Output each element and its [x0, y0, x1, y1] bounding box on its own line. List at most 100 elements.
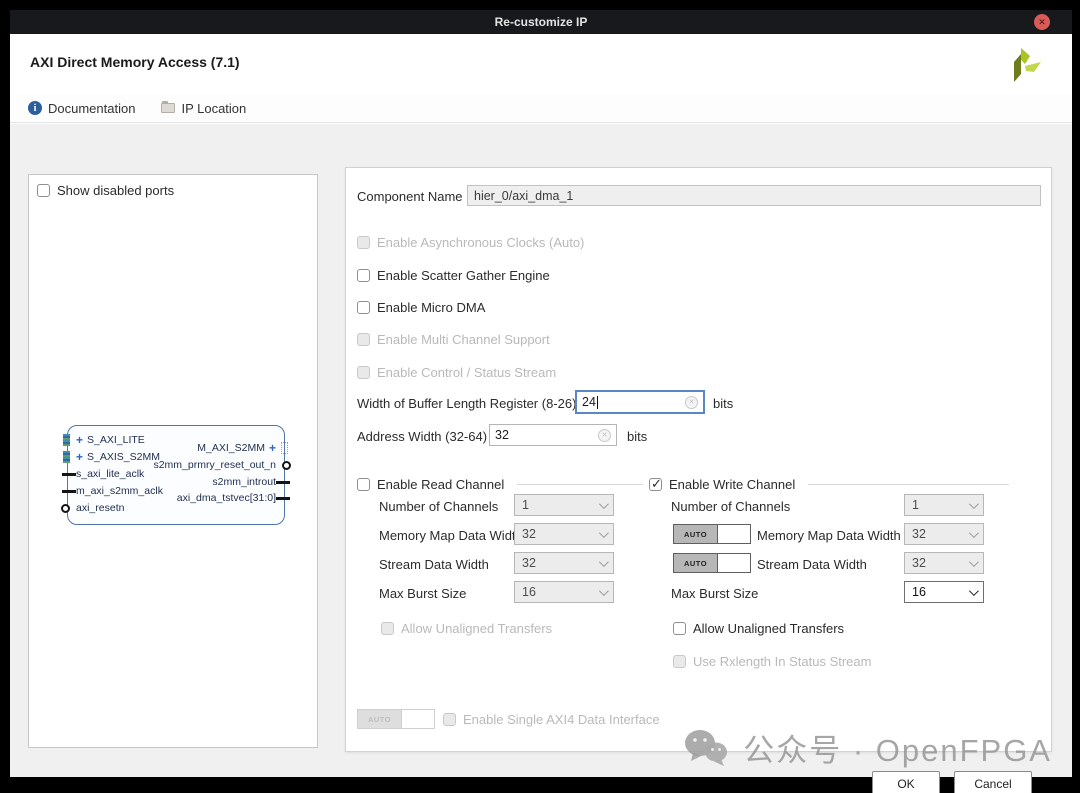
info-icon: i: [28, 101, 42, 115]
interface-s-axi-lite[interactable]: + S_AXI_LITE: [76, 434, 145, 446]
bus-connector-icon: [63, 434, 70, 446]
expand-plus-icon[interactable]: +: [269, 442, 276, 454]
read-num-channels-label: Number of Channels: [379, 499, 498, 514]
chevron-down-icon: [969, 557, 979, 567]
dialog-window: AXI Direct Memory Access (7.1) i Documen…: [10, 34, 1072, 777]
page-title: AXI Direct Memory Access (7.1): [30, 54, 240, 70]
read-mm-width-label: Memory Map Data Width: [379, 528, 523, 543]
auto-toggle-thumb[interactable]: AUTO: [674, 525, 718, 543]
ip-block-diagram[interactable]: + S_AXI_LITE + S_AXIS_S2MM s_axi_lite_ac…: [67, 425, 285, 525]
read-allow-unaligned-checkbox: Allow Unaligned Transfers: [381, 621, 552, 636]
chevron-down-icon: [969, 586, 979, 596]
address-width-value: 32: [495, 428, 509, 442]
read-max-burst-label: Max Burst Size: [379, 586, 466, 601]
ok-button[interactable]: OK: [872, 771, 940, 793]
port-s-axi-lite-aclk: s_axi_lite_aclk: [76, 468, 144, 480]
interface-m-axi-s2mm[interactable]: M_AXI_S2MM +: [197, 442, 276, 454]
documentation-button[interactable]: i Documentation: [28, 101, 135, 116]
clear-icon[interactable]: ✕: [598, 429, 611, 442]
write-stream-width-dropdown: 32: [904, 552, 984, 574]
width-buffer-value: 24: [582, 395, 596, 409]
expand-plus-icon[interactable]: +: [76, 451, 83, 463]
enable-micro-dma-checkbox[interactable]: Enable Micro DMA: [357, 300, 485, 315]
interface-s-axis-s2mm[interactable]: + S_AXIS_S2MM: [76, 451, 160, 463]
component-name-input[interactable]: hier_0/axi_dma_1: [467, 185, 1041, 206]
enable-control-status-checkbox: Enable Control / Status Stream: [357, 365, 556, 380]
port-label: axi_resetn: [76, 502, 124, 514]
write-stream-width-auto-toggle[interactable]: AUTO: [673, 553, 751, 573]
checkbox-icon[interactable]: [357, 478, 370, 491]
expand-plus-icon[interactable]: +: [76, 434, 83, 446]
pin-stub: [62, 473, 76, 476]
enable-write-channel-checkbox[interactable]: Enable Write Channel: [649, 477, 1009, 492]
inverted-pin-icon: [61, 504, 70, 513]
port-label: S_AXIS_S2MM: [87, 451, 160, 463]
port-m-axi-s2mm-aclk: m_axi_s2mm_aclk: [76, 485, 163, 497]
close-icon[interactable]: ✕: [1034, 14, 1050, 30]
address-width-units: bits: [627, 429, 647, 444]
configuration-panel: Component Name hier_0/axi_dma_1 Enable A…: [345, 167, 1052, 752]
show-disabled-ports-checkbox[interactable]: Show disabled ports: [37, 183, 174, 198]
width-buffer-label: Width of Buffer Length Register (8-26): [357, 396, 576, 411]
port-axi-dma-tstvec: axi_dma_tstvec[31:0]: [177, 492, 276, 504]
width-buffer-input[interactable]: 24 ✕: [575, 390, 705, 414]
toolbar: i Documentation IP Location: [10, 94, 1072, 123]
group-divider: [808, 484, 1009, 485]
chevron-down-icon: [599, 499, 609, 509]
show-disabled-ports-label: Show disabled ports: [57, 183, 174, 198]
checkbox-icon[interactable]: [37, 184, 50, 197]
checkbox-icon[interactable]: [357, 301, 370, 314]
address-width-input[interactable]: 32 ✕: [489, 424, 617, 446]
checkbox-icon: [357, 236, 370, 249]
read-stream-width-label: Stream Data Width: [379, 557, 489, 572]
write-max-burst-dropdown[interactable]: 16: [904, 581, 984, 603]
use-rxlength-checkbox: Use Rxlength In Status Stream: [673, 654, 871, 669]
port-axi-resetn: axi_resetn: [76, 502, 124, 514]
pin-stub: [276, 497, 290, 500]
port-s2mm-introut: s2mm_introut: [212, 476, 276, 488]
enable-async-clocks-checkbox: Enable Asynchronous Clocks (Auto): [357, 235, 584, 250]
write-allow-unaligned-checkbox[interactable]: Allow Unaligned Transfers: [673, 621, 844, 636]
write-stream-width-label: Stream Data Width: [757, 557, 867, 572]
auto-toggle-thumb: AUTO: [358, 710, 402, 728]
port-label: s2mm_prmry_reset_out_n: [153, 459, 276, 471]
chevron-down-icon: [599, 557, 609, 567]
checkbox-icon[interactable]: [673, 622, 686, 635]
ip-location-button[interactable]: IP Location: [161, 101, 246, 116]
port-label: S_AXI_LITE: [87, 434, 145, 446]
auto-toggle-thumb[interactable]: AUTO: [674, 554, 718, 572]
port-label: s_axi_lite_aclk: [76, 468, 144, 480]
single-axi4-checkbox: Enable Single AXI4 Data Interface: [443, 712, 660, 727]
port-label: m_axi_s2mm_aclk: [76, 485, 163, 497]
component-name-label: Component Name: [357, 189, 463, 204]
folder-icon: [161, 103, 175, 113]
cancel-button[interactable]: Cancel: [954, 771, 1032, 793]
pin-stub: [62, 490, 76, 493]
inverted-pin-icon: [282, 461, 291, 470]
pin-stub: [276, 481, 290, 484]
write-mm-width-auto-toggle[interactable]: AUTO: [673, 524, 751, 544]
read-mm-width-dropdown: 32: [514, 523, 614, 545]
checkbox-icon: [357, 366, 370, 379]
enable-multi-channel-checkbox: Enable Multi Channel Support: [357, 332, 550, 347]
checkbox-icon[interactable]: [649, 478, 662, 491]
write-num-channels-dropdown: 1: [904, 494, 984, 516]
bus-connector-icon: [63, 451, 70, 463]
enable-read-channel-checkbox[interactable]: Enable Read Channel: [357, 477, 643, 492]
documentation-label: Documentation: [48, 101, 135, 116]
block-diagram-panel: Show disabled ports + S_AXI_LITE + S_AXI…: [28, 174, 318, 748]
read-num-channels-dropdown: 1: [514, 494, 614, 516]
enable-scatter-gather-checkbox[interactable]: Enable Scatter Gather Engine: [357, 268, 550, 283]
write-num-channels-label: Number of Channels: [671, 499, 790, 514]
chevron-down-icon: [969, 499, 979, 509]
clear-icon[interactable]: ✕: [685, 396, 698, 409]
chevron-down-icon: [969, 528, 979, 538]
checkbox-icon: [357, 333, 370, 346]
component-name-value: hier_0/axi_dma_1: [474, 189, 573, 203]
width-buffer-units: bits: [713, 396, 733, 411]
title-bar[interactable]: Re-customize IP ✕: [10, 10, 1072, 34]
single-axi4-auto-toggle: AUTO: [357, 709, 435, 729]
checkbox-icon[interactable]: [357, 269, 370, 282]
port-label: s2mm_introut: [212, 476, 276, 488]
port-s2mm-prmry-reset-out-n: s2mm_prmry_reset_out_n: [153, 459, 276, 471]
